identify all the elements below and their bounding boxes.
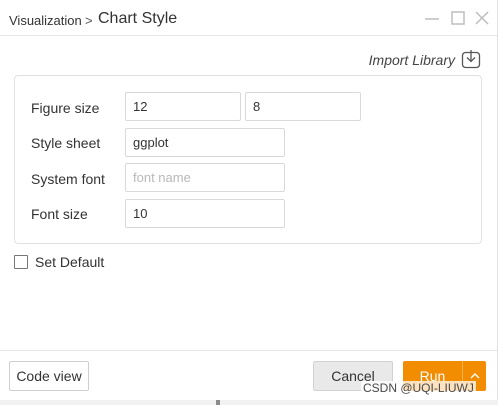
maximize-icon[interactable] (449, 9, 467, 27)
chart-style-dialog: Visualization > Chart Style Import Libra… (0, 0, 498, 400)
figure-height-input[interactable] (245, 92, 361, 121)
minimize-icon[interactable] (423, 9, 441, 27)
code-view-button[interactable]: Code view (9, 361, 89, 391)
font-size-label: Font size (31, 206, 88, 222)
set-default-checkbox[interactable] (14, 255, 28, 269)
import-library-link[interactable]: Import Library (368, 49, 481, 72)
style-sheet-input[interactable] (125, 128, 285, 157)
set-default-label: Set Default (35, 254, 105, 270)
watermark: CSDN @UQI-LIUWJ (361, 381, 476, 395)
bottom-tick (216, 400, 220, 405)
style-options-panel: Figure size Style sheet System font Font… (14, 75, 482, 244)
breadcrumb[interactable]: Visualization (9, 13, 82, 28)
figure-size-label: Figure size (31, 100, 100, 116)
figure-width-input[interactable] (125, 92, 241, 121)
import-library-label: Import Library (368, 52, 455, 68)
close-icon[interactable] (473, 9, 491, 27)
font-size-input[interactable] (125, 199, 285, 228)
dialog-title: Chart Style (98, 10, 178, 27)
system-font-label: System font (31, 171, 105, 187)
set-default-option[interactable]: Set Default (14, 254, 104, 270)
bottom-strip (0, 400, 498, 405)
system-font-input[interactable] (125, 163, 285, 192)
breadcrumb-separator: > (85, 13, 93, 28)
style-sheet-label: Style sheet (31, 135, 101, 151)
title-bar: Visualization > Chart Style (0, 0, 497, 36)
import-icon (461, 49, 481, 72)
